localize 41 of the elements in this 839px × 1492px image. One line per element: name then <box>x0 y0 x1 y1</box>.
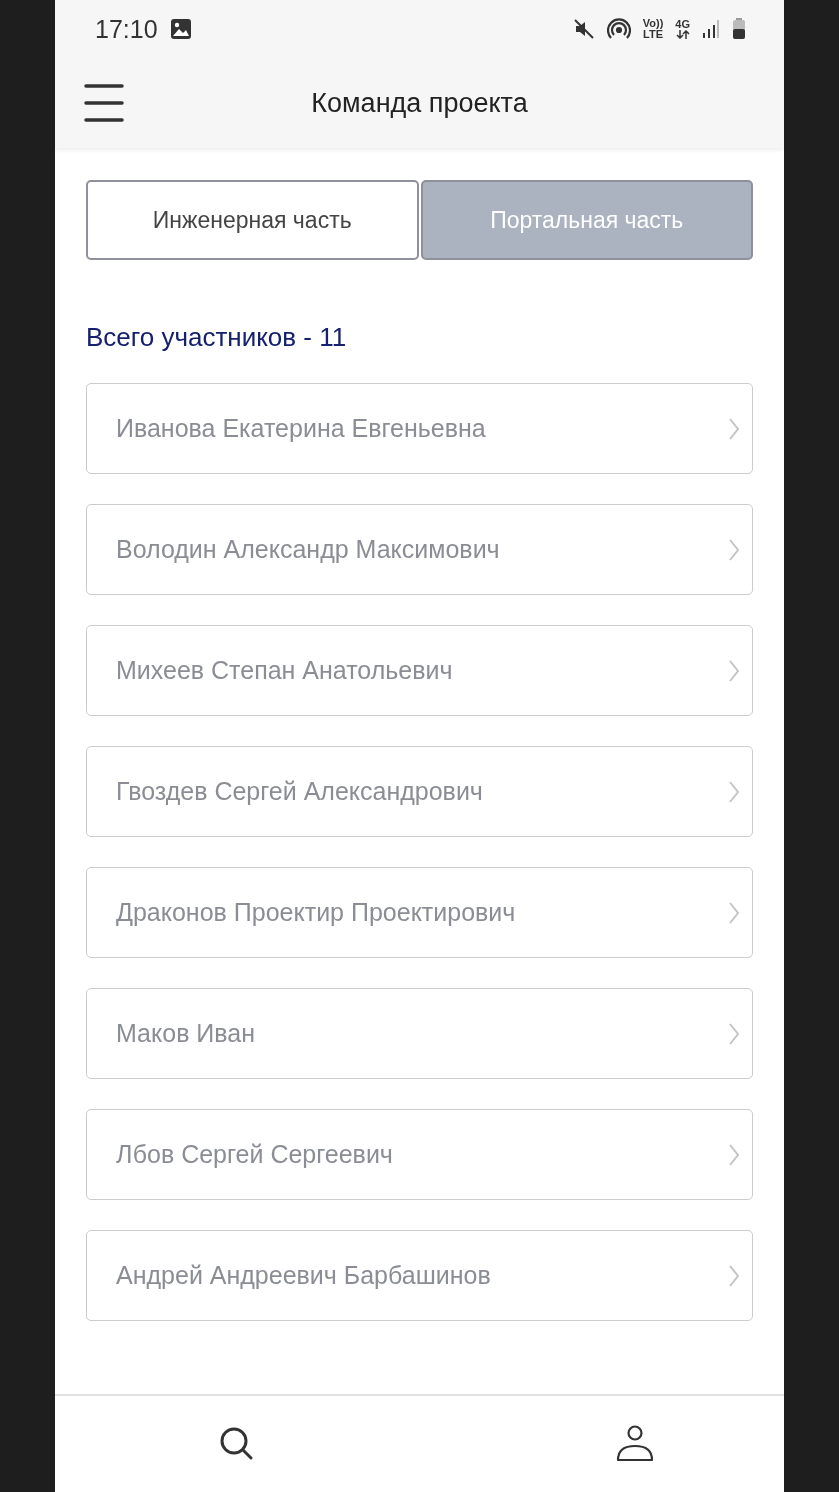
chevron-icon <box>728 1142 740 1167</box>
battery-icon <box>732 18 746 40</box>
chevron-icon <box>728 1263 740 1288</box>
page-title: Команда проекта <box>311 87 528 119</box>
volte-label: Vo)) <box>642 18 664 29</box>
member-item[interactable]: Драконов Проектир Проектирович <box>86 867 753 958</box>
image-icon <box>169 18 192 40</box>
signal-icon <box>702 19 720 39</box>
status-time: 17:10 <box>95 14 158 44</box>
member-name: Лбов Сергей Сергеевич <box>116 1140 393 1169</box>
member-name: Володин Александр Максимович <box>116 535 500 564</box>
chevron-icon <box>728 537 740 562</box>
member-name: Михеев Степан Анатольевич <box>116 656 453 685</box>
member-item[interactable]: Иванова Екатерина Евгеньевна <box>86 383 753 474</box>
lte-label: LTE <box>643 29 663 40</box>
member-item[interactable]: Михеев Степан Анатольевич <box>86 625 753 716</box>
data-arrows-icon <box>675 30 690 39</box>
chevron-icon <box>728 416 740 441</box>
member-item[interactable]: Андрей Андреевич Барбашинов <box>86 1230 753 1321</box>
member-name: Иванова Екатерина Евгеньевна <box>116 414 486 443</box>
chevron-icon <box>728 779 740 804</box>
network-label: 4G <box>675 19 690 30</box>
member-item[interactable]: Лбов Сергей Сергеевич <box>86 1109 753 1200</box>
member-name: Гвоздев Сергей Александрович <box>116 777 483 806</box>
menu-icon[interactable] <box>84 83 124 123</box>
member-item[interactable]: Маков Иван <box>86 988 753 1079</box>
chevron-icon <box>728 658 740 683</box>
tab[interactable]: Инженерная часть <box>86 180 419 260</box>
hotspot-icon <box>606 17 631 41</box>
mute-icon <box>572 18 595 40</box>
members-count: Всего участников - 11 <box>86 322 348 353</box>
member-item[interactable]: Володин Александр Максимович <box>86 504 753 595</box>
chevron-icon <box>728 900 740 925</box>
chevron-icon <box>728 1021 740 1046</box>
search-icon[interactable] <box>220 1427 254 1461</box>
member-name: Маков Иван <box>116 1019 256 1048</box>
member-name: Андрей Андреевич Барбашинов <box>116 1261 491 1290</box>
profile-icon[interactable] <box>616 1425 654 1463</box>
member-item[interactable]: Гвоздев Сергей Александрович <box>86 746 753 837</box>
member-name: Драконов Проектир Проектирович <box>116 898 516 927</box>
tab[interactable]: Портальная часть <box>420 180 753 260</box>
